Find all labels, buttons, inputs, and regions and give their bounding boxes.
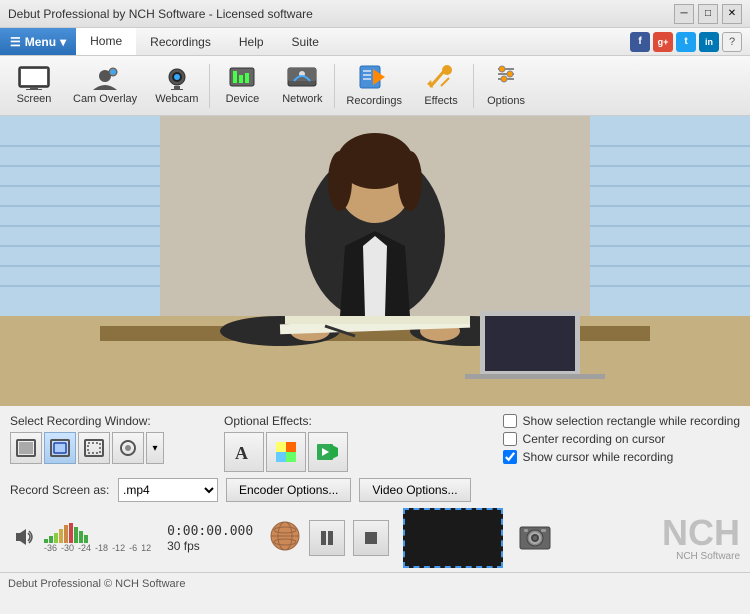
help-button[interactable]: ? xyxy=(722,32,742,52)
status-bar: Debut Professional © NCH Software xyxy=(0,572,750,594)
nch-software-text: NCH Software xyxy=(676,551,740,562)
show-cursor-checkbox[interactable] xyxy=(503,450,517,464)
device-label: Device xyxy=(226,93,260,105)
rw-custom-button[interactable] xyxy=(112,432,144,464)
options-label: Options xyxy=(487,95,525,107)
screenshot-button[interactable] xyxy=(515,518,555,558)
checkbox-show-cursor-row: Show cursor while recording xyxy=(503,450,740,464)
video-preview xyxy=(0,116,750,406)
webcam-icon xyxy=(161,66,193,93)
effect-text-button[interactable]: A xyxy=(224,432,264,472)
options-icon xyxy=(490,64,522,95)
hamburger-icon: ☰ xyxy=(10,35,21,49)
toolbar-recordings[interactable]: Recordings xyxy=(337,59,411,113)
menu-item-recordings[interactable]: Recordings xyxy=(136,28,225,55)
globe-button[interactable] xyxy=(267,520,303,556)
cam-overlay-label: Cam Overlay xyxy=(73,93,137,105)
webcam-label: Webcam xyxy=(155,93,198,105)
rw-dropdown-button[interactable]: ▾ xyxy=(146,432,164,464)
video-options-button[interactable]: Video Options... xyxy=(359,478,470,502)
rw-window-button[interactable] xyxy=(44,432,76,464)
center-cursor-checkbox[interactable] xyxy=(503,432,517,446)
screen-icon xyxy=(18,66,50,93)
preview-thumbnail xyxy=(403,508,503,568)
controls-row1: Select Recording Window: ▾ Optional Effe… xyxy=(10,414,740,472)
record-screen-label: Record Screen as: xyxy=(10,483,110,497)
facebook-button[interactable]: f xyxy=(630,32,650,52)
time-fps-display: 0:00:00.000 30 fps xyxy=(163,524,257,553)
toolbar-device[interactable]: Device xyxy=(212,59,272,113)
encoder-options-button[interactable]: Encoder Options... xyxy=(226,478,351,502)
svg-text:A: A xyxy=(235,443,248,463)
network-label: Network xyxy=(282,93,322,105)
pause-button[interactable] xyxy=(309,520,345,556)
toolbar-options[interactable]: Options xyxy=(476,59,536,113)
network-icon xyxy=(286,66,318,93)
close-button[interactable]: ✕ xyxy=(722,4,742,24)
effects-icon xyxy=(425,64,457,95)
effects-buttons: A xyxy=(224,432,348,472)
nch-logo-text: NCH xyxy=(662,515,740,551)
menu-bar: ☰ Menu ▾ Home Recordings Help Suite f g+… xyxy=(0,28,750,56)
toolbar-cam-overlay[interactable]: Cam Overlay xyxy=(64,59,146,113)
maximize-button[interactable]: □ xyxy=(698,4,718,24)
device-icon xyxy=(226,66,258,93)
toolbar-webcam[interactable]: Webcam xyxy=(146,59,207,113)
checkboxes-section: Show selection rectangle while recording… xyxy=(503,414,740,464)
menu-item-home[interactable]: Home xyxy=(76,28,136,55)
effects-label-text: Optional Effects: xyxy=(224,414,348,428)
show-cursor-label: Show cursor while recording xyxy=(523,450,674,464)
center-cursor-label: Center recording on cursor xyxy=(523,432,666,446)
controls-area: Select Recording Window: ▾ Optional Effe… xyxy=(0,406,750,572)
toolbar-separator-3 xyxy=(473,64,474,108)
optional-effects-section: Optional Effects: A xyxy=(224,414,348,472)
recording-window-buttons: ▾ xyxy=(10,432,164,464)
checkbox-center-cursor-row: Center recording on cursor xyxy=(503,432,740,446)
format-select[interactable]: .mp4 .avi .mkv .wmv xyxy=(118,478,218,502)
video-area xyxy=(0,116,750,406)
time-counter: 0:00:00.000 xyxy=(167,524,253,539)
controls-row3: -36 -30 -24 -18 -12 -6 12 0:00:00.000 30… xyxy=(10,508,740,568)
menu-item-suite[interactable]: Suite xyxy=(278,28,333,55)
screen-label: Screen xyxy=(17,93,52,105)
menu-item-help[interactable]: Help xyxy=(225,28,278,55)
menu-dropdown-button[interactable]: ☰ Menu ▾ xyxy=(0,28,76,55)
toolbar: Screen Cam Overlay Webcam xyxy=(0,56,750,116)
controls-row2: Record Screen as: .mp4 .avi .mkv .wmv En… xyxy=(10,478,740,502)
fps-counter: 30 fps xyxy=(167,539,253,553)
toolbar-network[interactable]: Network xyxy=(272,59,332,113)
checkbox-show-rect-row: Show selection rectangle while recording xyxy=(503,414,740,428)
toolbar-screen[interactable]: Screen xyxy=(4,59,64,113)
volume-button[interactable] xyxy=(10,524,38,552)
menu-arrow-icon: ▾ xyxy=(60,35,66,49)
show-rect-label: Show selection rectangle while recording xyxy=(523,414,740,428)
recording-window-section: Select Recording Window: ▾ xyxy=(10,414,164,464)
toolbar-effects[interactable]: Effects xyxy=(411,59,471,113)
recordings-icon xyxy=(358,64,390,95)
window-controls: ─ □ ✕ xyxy=(674,4,742,24)
toolbar-separator-2 xyxy=(334,64,335,108)
effect-color-button[interactable] xyxy=(266,432,306,472)
stop-button[interactable] xyxy=(353,520,389,556)
toolbar-separator-1 xyxy=(209,64,210,108)
nch-logo: NCH NCH Software xyxy=(662,515,740,562)
show-rect-checkbox[interactable] xyxy=(503,414,517,428)
status-text: Debut Professional © NCH Software xyxy=(8,578,185,590)
recording-window-label: Select Recording Window: xyxy=(10,414,164,428)
title-bar: Debut Professional by NCH Software - Lic… xyxy=(0,0,750,28)
effect-video-button[interactable] xyxy=(308,432,348,472)
cam-overlay-icon xyxy=(89,66,121,93)
twitter-button[interactable]: t xyxy=(676,32,696,52)
menu-label: Menu xyxy=(25,35,56,49)
googleplus-button[interactable]: g+ xyxy=(653,32,673,52)
linkedin-button[interactable]: in xyxy=(699,32,719,52)
menu-bar-right: f g+ t in ? xyxy=(630,28,750,55)
rw-fullscreen-button[interactable] xyxy=(10,432,42,464)
minimize-button[interactable]: ─ xyxy=(674,4,694,24)
window-title: Debut Professional by NCH Software - Lic… xyxy=(8,7,313,21)
audio-level-display: -36 -30 -24 -18 -12 -6 12 xyxy=(44,523,151,553)
effects-label: Effects xyxy=(424,95,457,107)
rw-region-button[interactable] xyxy=(78,432,110,464)
recordings-label: Recordings xyxy=(346,95,402,107)
